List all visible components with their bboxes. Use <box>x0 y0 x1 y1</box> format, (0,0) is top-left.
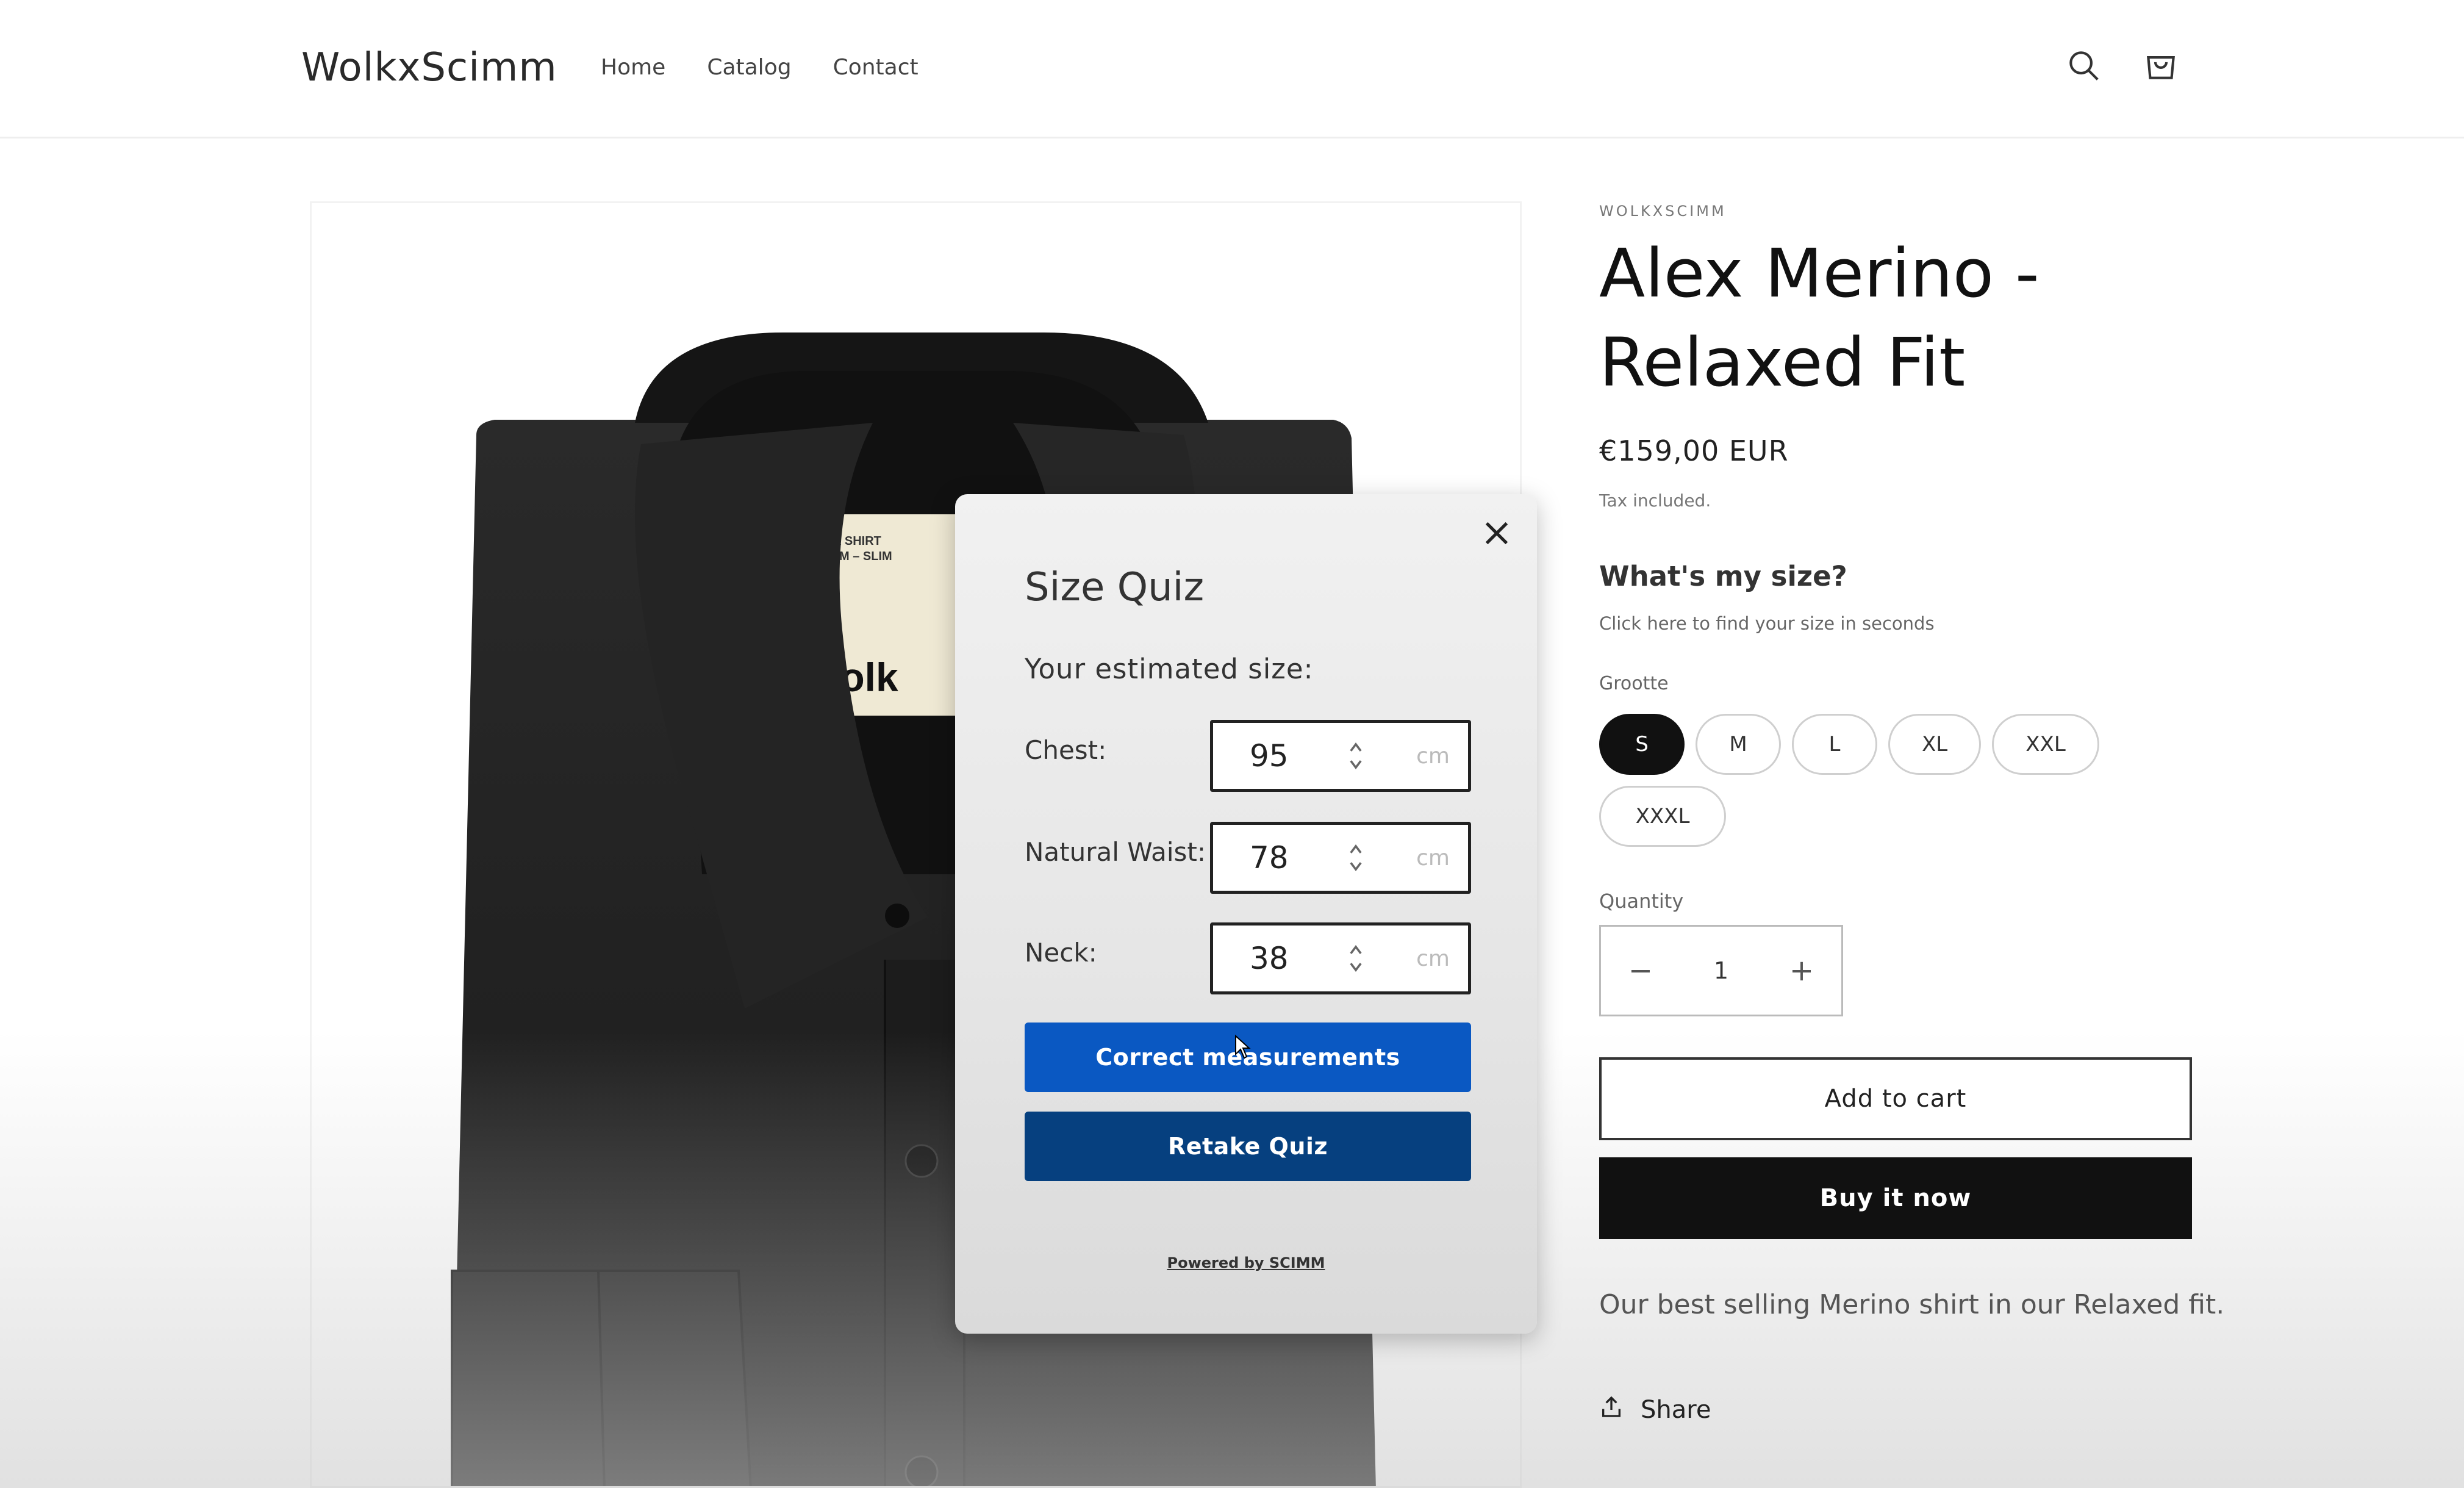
close-icon[interactable] <box>1480 516 1514 550</box>
quiz-title: Size Quiz <box>1025 565 1205 610</box>
stepper-icon[interactable] <box>1347 940 1364 977</box>
store-logo[interactable]: WolkxScimm <box>301 45 557 90</box>
share-label: Share <box>1641 1396 1711 1424</box>
chest-label: Chest: <box>1025 735 1107 765</box>
size-option-xl[interactable]: XL <box>1888 714 1982 775</box>
whats-my-size-subtitle[interactable]: Click here to find your size in seconds <box>1599 613 1935 634</box>
product-title: Alex Merino - Relaxed Fit <box>1599 234 2040 401</box>
decrease-quantity-button[interactable]: − <box>1601 927 1680 1015</box>
size-option-s[interactable]: S <box>1599 714 1685 775</box>
search-icon[interactable] <box>2065 46 2102 84</box>
waist-field[interactable]: 78 cm <box>1210 822 1471 894</box>
site-header: WolkxScimm Home Catalog Contact <box>0 0 2464 138</box>
share-button[interactable]: Share <box>1599 1395 1711 1425</box>
nav-home[interactable]: Home <box>601 55 665 80</box>
size-selector: S M L XL XXL XXXL <box>1599 714 2185 847</box>
chest-unit: cm <box>1416 743 1450 769</box>
waist-unit: cm <box>1416 845 1450 871</box>
add-to-cart-button[interactable]: Add to cart <box>1599 1057 2192 1140</box>
size-option-l[interactable]: L <box>1792 714 1877 775</box>
chest-value: 95 <box>1250 738 1289 774</box>
stepper-icon[interactable] <box>1347 839 1364 876</box>
quantity-stepper: − 1 + <box>1599 925 1843 1016</box>
quiz-subtitle: Your estimated size: <box>1025 653 1314 685</box>
neck-field[interactable]: 38 cm <box>1210 922 1471 994</box>
size-option-m[interactable]: M <box>1696 714 1781 775</box>
stepper-icon[interactable] <box>1347 738 1364 774</box>
increase-quantity-button[interactable]: + <box>1762 927 1841 1015</box>
share-icon <box>1599 1395 1624 1425</box>
chest-field[interactable]: 95 cm <box>1210 720 1471 792</box>
retake-quiz-button[interactable]: Retake Quiz <box>1025 1112 1471 1181</box>
size-option-xxl[interactable]: XXL <box>1992 714 2099 775</box>
tax-note: Tax included. <box>1599 491 1711 511</box>
cart-icon[interactable] <box>2142 46 2180 84</box>
waist-label: Natural Waist: <box>1025 837 1206 867</box>
nav-catalog[interactable]: Catalog <box>707 55 791 80</box>
neck-unit: cm <box>1416 946 1450 971</box>
main-nav: Home Catalog Contact <box>601 55 919 80</box>
neck-value: 38 <box>1250 941 1289 976</box>
quantity-input[interactable]: 1 <box>1680 927 1762 1015</box>
waist-value: 78 <box>1250 840 1289 875</box>
whats-my-size-link[interactable]: What's my size? <box>1599 560 1847 592</box>
size-option-xxxl[interactable]: XXXL <box>1599 786 1726 847</box>
neck-label: Neck: <box>1025 938 1097 968</box>
size-quiz-modal: Size Quiz Your estimated size: Chest: 95… <box>955 494 1537 1334</box>
product-price: €159,00 EUR <box>1599 434 1789 467</box>
size-label: Grootte <box>1599 673 1669 694</box>
product-vendor: WOLKXSCIMM <box>1599 203 1727 220</box>
product-description: Our best selling Merino shirt in our Rel… <box>1599 1289 2225 1320</box>
powered-by-link[interactable]: Powered by SCIMM <box>955 1254 1537 1271</box>
quantity-label: Quantity <box>1599 890 1684 913</box>
nav-contact[interactable]: Contact <box>833 55 919 80</box>
buy-now-button[interactable]: Buy it now <box>1599 1157 2192 1239</box>
mouse-cursor-icon <box>1235 1035 1251 1059</box>
